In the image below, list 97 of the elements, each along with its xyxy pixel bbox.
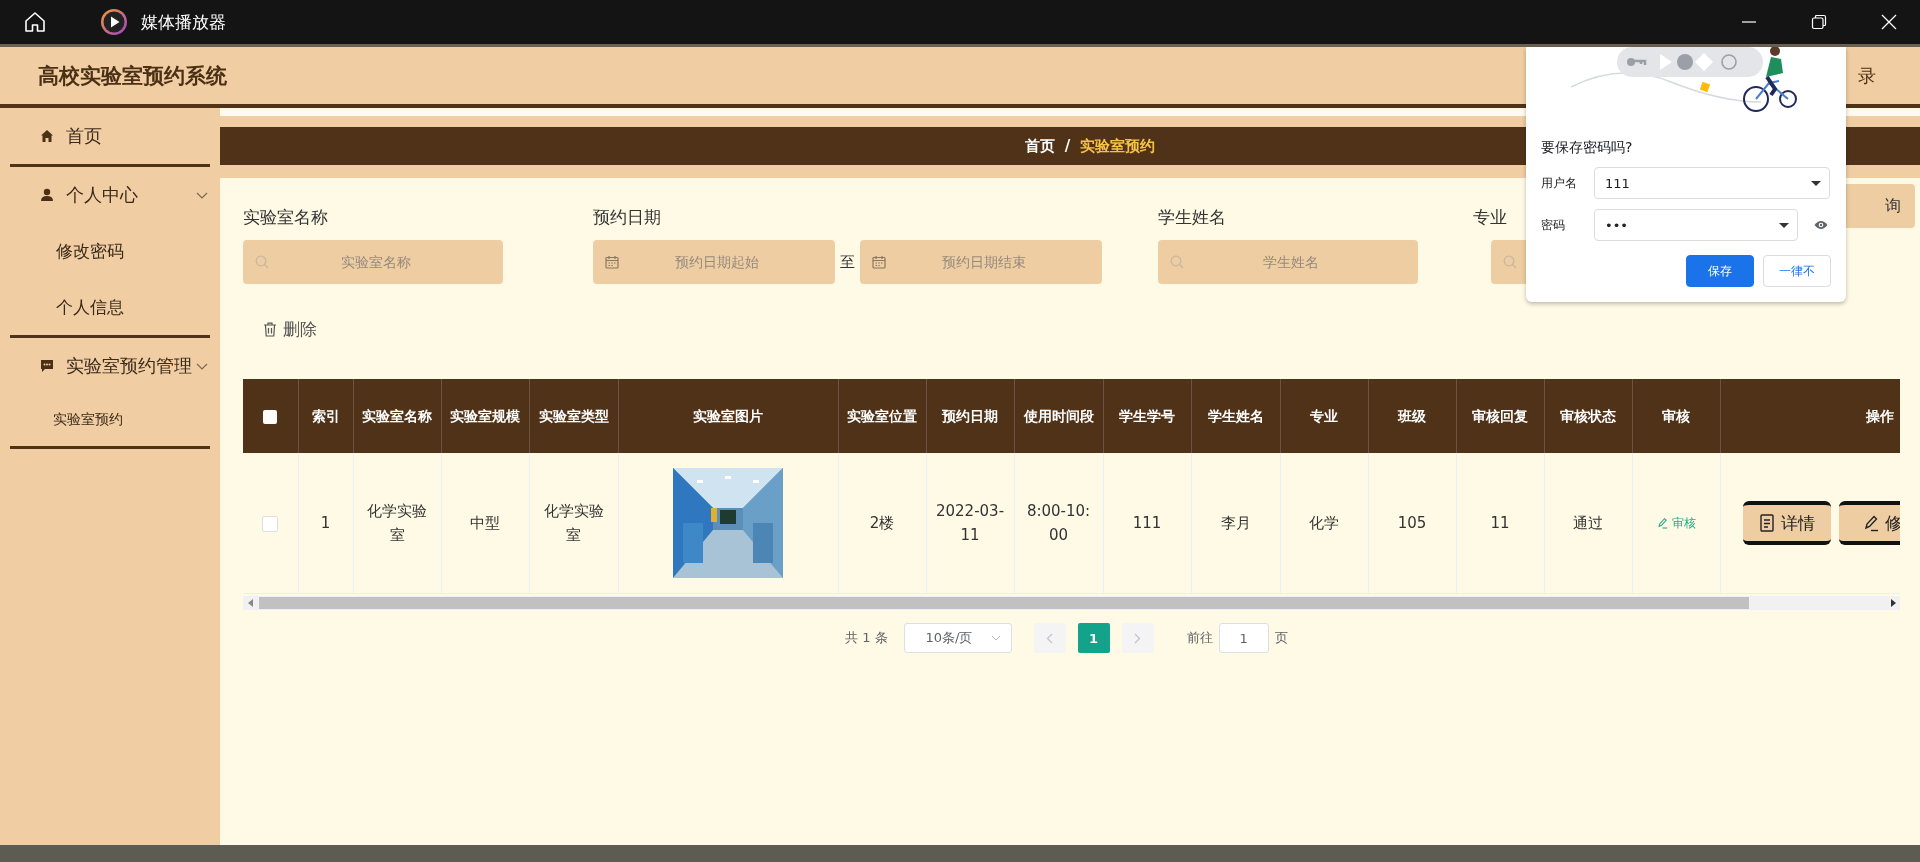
column-header-text: 学生姓名 [1207, 408, 1264, 424]
calendar-icon [872, 255, 886, 269]
menu-item[interactable]: 实验室预约管理 [0, 338, 220, 394]
search-icon [1170, 255, 1184, 269]
breadcrumb-separator: / [1064, 137, 1071, 155]
horizontal-scrollbar[interactable] [243, 596, 1900, 610]
field-label: 实验室名称 [243, 206, 328, 229]
column-header-text: 实验室类型 [538, 408, 609, 424]
user-icon [40, 188, 54, 202]
input-field[interactable]: 预约日期起始 [593, 240, 835, 284]
submenu-item[interactable]: 修改密码 [0, 223, 220, 279]
select-all-checkbox[interactable] [263, 410, 278, 424]
restore-icon[interactable] [1811, 14, 1827, 30]
column-header-text: 实验室图片 [693, 408, 763, 424]
save-button[interactable]: 保存 [1686, 255, 1754, 287]
close-icon[interactable] [1881, 14, 1897, 30]
pencil-icon [1863, 514, 1879, 532]
pencil-icon [1656, 516, 1668, 529]
scroll-left-icon [248, 599, 254, 607]
column-header-text: 实验室位置 [847, 408, 917, 424]
input-field[interactable]: 预约日期结束 [860, 240, 1102, 284]
column-header-text: 审核状态 [1560, 408, 1616, 424]
next-page-button[interactable] [1121, 623, 1154, 653]
caret-down-icon [1811, 180, 1821, 186]
menu-label: 实验室预约管理 [66, 354, 192, 378]
action-button[interactable]: 详情 [1742, 501, 1831, 545]
submenu-item[interactable]: 个人信息 [0, 279, 220, 335]
column-header-text: 审核 [1662, 408, 1690, 424]
caret-down-icon [1779, 222, 1789, 228]
previous-page-button[interactable] [1033, 623, 1066, 653]
table-cell: 105 [1397, 514, 1427, 532]
field-label: 专业 [1473, 206, 1507, 229]
table-cell: 1 [320, 514, 331, 532]
column-header-text: 专业 [1310, 408, 1338, 424]
column-header-text: 班级 [1398, 408, 1426, 424]
page-size-value: 10条/页 [925, 629, 973, 647]
input-field[interactable]: 实验室名称 [243, 240, 503, 284]
page-suffix: 页 [1274, 629, 1288, 647]
input-field[interactable]: 学生姓名 [1158, 240, 1418, 284]
chevron-down-icon [990, 635, 1001, 641]
breadcrumb-link[interactable]: 实验室预约 [1080, 136, 1156, 156]
row-checkbox[interactable] [262, 515, 279, 532]
column-header-text: 实验室规模 [450, 408, 520, 424]
table-cell: 11 [1490, 514, 1510, 532]
password-field[interactable]: ••• [1594, 209, 1798, 241]
home-icon [23, 10, 47, 34]
window-title: 媒体播放器 [141, 10, 226, 34]
table-cell: 111 [1132, 514, 1162, 532]
table-cell: 化学实验室 [367, 502, 427, 544]
table-cell: 中型 [470, 514, 500, 532]
chat-icon [40, 359, 54, 373]
username-field[interactable]: 111 [1594, 167, 1830, 199]
column-header-text: 学生学号 [1119, 408, 1175, 424]
table-cell: 2楼 [869, 514, 895, 532]
chevron-left-icon [1046, 632, 1054, 644]
menu-item[interactable]: 个人中心 [0, 167, 220, 223]
document-icon [1758, 514, 1775, 532]
menu-label: 首页 [66, 124, 102, 148]
table-cell: 李月 [1220, 514, 1251, 532]
column-header-text: 使用时间段 [1023, 408, 1094, 424]
table-cell: 通过 [1573, 514, 1603, 532]
field-label: 密码 [1541, 216, 1566, 234]
breadcrumb-link[interactable]: 首页 [1024, 136, 1055, 156]
column-header-text: 审核回复 [1472, 408, 1528, 424]
eye-icon [1814, 220, 1828, 230]
play-icon [100, 8, 128, 36]
page-size-select[interactable]: 10条/页 [903, 623, 1012, 653]
field-label: 预约日期 [593, 206, 661, 229]
never-button[interactable]: 一律不 [1763, 255, 1831, 287]
range-separator: 至 [840, 252, 855, 272]
column-header-text: 实验室名称 [362, 408, 432, 424]
total-count: 共 1 条 [845, 629, 888, 647]
scroll-right-icon [1890, 599, 1896, 607]
field-label: 学生姓名 [1158, 206, 1226, 229]
login-link[interactable]: 录 [1858, 63, 1876, 88]
menu-label: 个人中心 [66, 183, 138, 207]
column-header-text: 操作 [1866, 408, 1894, 424]
search-icon [1503, 255, 1517, 269]
menu-item[interactable]: 首页 [0, 108, 220, 164]
calendar-icon [605, 255, 619, 269]
delete-button[interactable]: 删除 [263, 318, 317, 341]
goto-label: 前往 [1186, 629, 1213, 647]
column-header-text: 预约日期 [942, 408, 998, 424]
table-cell: 2022-03-11 [935, 502, 1005, 544]
table-cell: 化学实验室 [543, 502, 604, 544]
home-icon [40, 129, 54, 143]
column-header-text: 索引 [311, 408, 340, 424]
trash-icon [263, 322, 277, 337]
field-label: 用户名 [1541, 174, 1578, 192]
table-cell: 8:00-10:00 [1026, 502, 1091, 544]
site-title: 高校实验室预约系统 [38, 62, 227, 90]
table-cell: 化学 [1309, 514, 1339, 532]
search-icon [255, 255, 269, 269]
chevron-right-icon [1134, 632, 1142, 644]
submenu-item[interactable]: 实验室预约 [0, 394, 220, 446]
dialog-title: 要保存密码吗? [1541, 139, 1634, 157]
page-input[interactable]: 1 [1218, 623, 1269, 653]
